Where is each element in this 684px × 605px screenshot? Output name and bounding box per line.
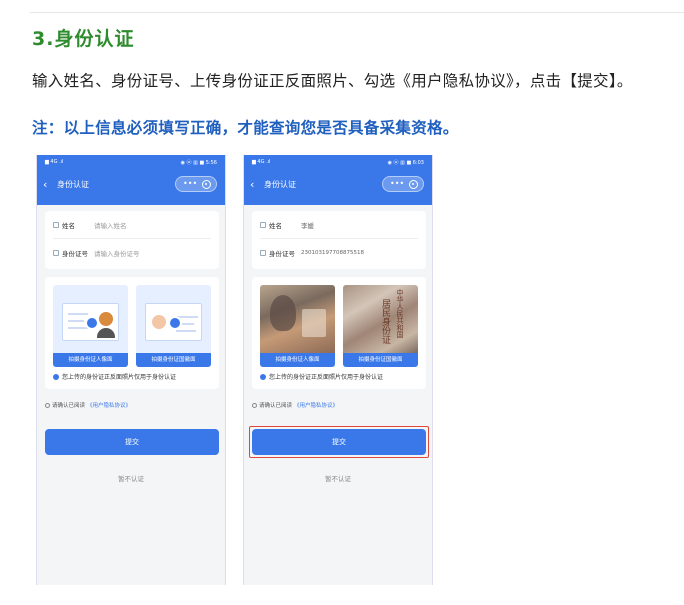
name-row[interactable]: 姓名 李媛 (260, 211, 418, 239)
upload-front-label: 拍摄身份证人像面 (260, 353, 335, 367)
upload-front-button[interactable]: 拍摄身份证人像面 (260, 285, 335, 367)
id-number-input[interactable]: 请输入身份证号 (94, 248, 140, 258)
photo-usage-text: 您上传的身份证正反面照片仅用于身份认证 (269, 374, 384, 381)
nav-title: 身份认证 (57, 180, 89, 189)
id-number-label: 身份证号 (62, 250, 88, 258)
agreement-row[interactable]: 请确认已阅读 《用户隐私协议》 (252, 401, 338, 409)
agreement-text: 请确认已阅读 (52, 403, 86, 409)
close-target-icon[interactable] (409, 180, 418, 189)
note-text: 注：以上信息必须填写正确，才能查询您是否具备采集资格。 (32, 119, 459, 137)
person-icon (260, 221, 266, 228)
nav-title: 身份认证 (264, 180, 296, 189)
mini-program-capsule[interactable]: ••• (382, 176, 424, 192)
person-icon (53, 221, 59, 228)
id-row[interactable]: 身份证号 230103197708875518 (260, 239, 418, 267)
id-card-title-text: 居民身份证 (380, 299, 390, 344)
section-heading: 3.身份认证 (32, 28, 135, 50)
privacy-policy-link[interactable]: 《用户隐私协议》 (294, 401, 338, 409)
id-card-icon (260, 250, 266, 256)
submit-button[interactable]: 提交 (45, 429, 219, 455)
id-photo-card: 拍摄身份证人像面 拍摄身份证国徽面 您上传的身份证正反面照片仅用于身份认证 (45, 277, 219, 389)
more-icon[interactable]: ••• (390, 179, 404, 189)
id-card-country-text: 中华人民共和国 (396, 289, 404, 338)
agreement-checkbox[interactable] (252, 402, 257, 408)
status-bar-left: ▆ 4G .ıl (252, 159, 271, 165)
info-icon (53, 373, 59, 380)
instruction-text: 输入姓名、身份证号、上传身份证正反面照片、勾选《用户隐私协议》，点击【提交】。 (32, 72, 633, 90)
emblem-icon (152, 315, 166, 329)
upload-back-label: 拍摄身份证国徽面 (136, 353, 211, 367)
back-icon[interactable]: ‹ (250, 178, 254, 191)
id-number-label: 身份证号 (269, 250, 295, 258)
app-header: ▆ 4G .ıl ◉ ⓦ ▥ ■ 5:56 ‹ 身份认证 ••• (37, 155, 225, 205)
name-row[interactable]: 姓名 请输入姓名 (53, 211, 211, 239)
name-label: 姓名 (269, 221, 282, 230)
privacy-policy-link[interactable]: 《用户隐私协议》 (87, 401, 131, 409)
photo-usage-note: 您上传的身份证正反面照片仅用于身份认证 (260, 372, 383, 381)
id-front-illustration (62, 303, 119, 341)
more-icon[interactable]: ••• (183, 179, 197, 189)
upload-back-button[interactable]: 中华人民共和国 居民身份证 拍摄身份证国徽面 (343, 285, 418, 367)
skip-verification-link[interactable]: 暂不认证 (37, 473, 225, 483)
status-bar-left: ▆ 4G .ıl (45, 159, 64, 165)
photo-usage-note: 您上传的身份证正反面照片仅用于身份认证 (53, 372, 176, 381)
identity-form-card: 姓名 请输入姓名 身份证号 请输入身份证号 (45, 211, 219, 269)
id-photo-card: 拍摄身份证人像面 中华人民共和国 居民身份证 拍摄身份证国徽面 您上传的身份证正… (252, 277, 426, 389)
info-icon (260, 373, 266, 380)
upload-front-button[interactable]: 拍摄身份证人像面 (53, 285, 128, 367)
upload-back-button[interactable]: 拍摄身份证国徽面 (136, 285, 211, 367)
submit-button[interactable]: 提交 (252, 429, 426, 455)
id-front-photo (260, 285, 335, 353)
portrait-icon (99, 312, 113, 326)
camera-icon (168, 316, 182, 330)
status-bar-right: ◉ ⓦ ▥ ■ 6:03 (387, 160, 424, 166)
app-header: ▆ 4G .ıl ◉ ⓦ ▥ ■ 6:03 ‹ 身份认证 ••• (244, 155, 432, 205)
agreement-checkbox[interactable] (45, 402, 50, 408)
close-target-icon[interactable] (202, 180, 211, 189)
phone-screenshot-filled-form: ▆ 4G .ıl ◉ ⓦ ▥ ■ 6:03 ‹ 身份认证 ••• 姓名 李媛 身… (243, 155, 433, 585)
identity-form-card: 姓名 李媛 身份证号 230103197708875518 (252, 211, 426, 269)
name-label: 姓名 (62, 221, 75, 230)
agreement-text: 请确认已阅读 (259, 403, 293, 409)
upload-back-label: 拍摄身份证国徽面 (343, 353, 418, 367)
upload-front-label: 拍摄身份证人像面 (53, 353, 128, 367)
camera-icon (85, 316, 99, 330)
back-icon[interactable]: ‹ (43, 178, 47, 191)
id-card-icon (53, 250, 59, 256)
top-divider (30, 12, 684, 13)
name-input[interactable]: 请输入姓名 (94, 220, 127, 230)
name-input[interactable]: 李媛 (301, 220, 314, 230)
id-back-photo: 中华人民共和国 居民身份证 (343, 285, 418, 353)
photo-usage-text: 您上传的身份证正反面照片仅用于身份认证 (62, 374, 177, 381)
id-row[interactable]: 身份证号 请输入身份证号 (53, 239, 211, 267)
mini-program-capsule[interactable]: ••• (175, 176, 217, 192)
phone-screenshot-empty-form: ▆ 4G .ıl ◉ ⓦ ▥ ■ 5:56 ‹ 身份认证 ••• 姓名 请输入姓… (36, 155, 226, 585)
agreement-row[interactable]: 请确认已阅读 《用户隐私协议》 (45, 401, 131, 409)
skip-verification-link[interactable]: 暂不认证 (244, 473, 432, 483)
id-number-input[interactable]: 230103197708875518 (301, 250, 364, 256)
status-bar-right: ◉ ⓦ ▥ ■ 5:56 (180, 160, 217, 166)
id-back-illustration (145, 303, 202, 341)
